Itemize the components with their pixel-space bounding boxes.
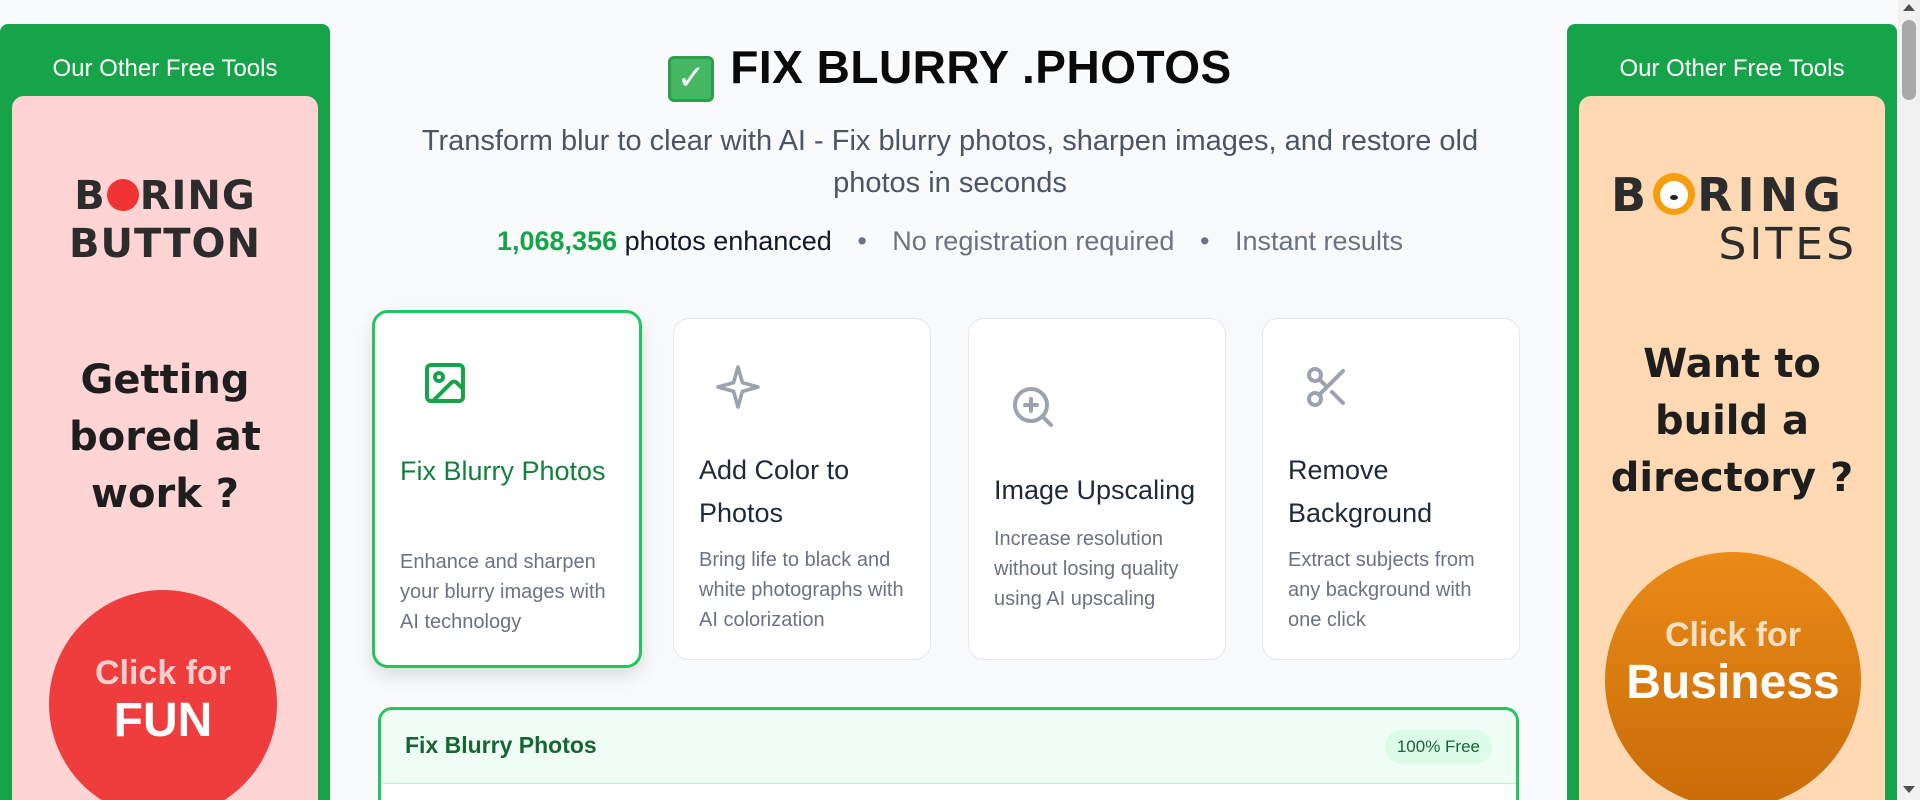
image-icon [425, 363, 465, 403]
boring-sites-ad[interactable]: B RING SITES Want to build a directory ? … [1579, 96, 1885, 800]
tool-panel-title: Fix Blurry Photos [405, 732, 597, 758]
tool-description: Extract subjects from any background wit… [1288, 549, 1475, 631]
tool-panel: Fix Blurry Photos 100% Free [378, 707, 1519, 800]
tool-name: Remove Background [1288, 455, 1433, 528]
page-subtitle: Transform blur to clear with AI - Fix bl… [421, 125, 1479, 199]
tool-card-fix-blurry[interactable]: Fix Blurry Photos Enhance and sharpen yo… [372, 310, 642, 668]
bear-face-icon [1653, 173, 1696, 215]
tool-description: Bring life to black and white photograph… [699, 549, 904, 631]
boring-button-ad[interactable]: B RING BUTTON Getting bored at work ? Cli… [12, 96, 318, 800]
instant-results-text: Instant results [1234, 226, 1404, 256]
boring-button-logo: B RING BUTTON [69, 173, 261, 267]
right-ad-header: Our Other Free Tools [1619, 55, 1845, 82]
no-registration-text: No registration required [892, 226, 1175, 256]
tool-name: Image Upscaling [994, 475, 1196, 505]
tool-card-add-color[interactable]: Add Color to Photos Bring life to black … [673, 318, 931, 660]
separator-dot: • [1199, 226, 1210, 256]
tool-description: Increase resolution without losing quali… [994, 528, 1179, 610]
tool-card-remove-background[interactable]: Remove Background Extract subjects from … [1262, 318, 1520, 660]
right-ad-question: Want to build a directory ? [1610, 341, 1854, 501]
zoom-in-icon [1013, 387, 1053, 427]
check-mark-icon: ✓ [668, 56, 715, 102]
click-for-fun-button[interactable]: Click for FUN [49, 590, 277, 800]
right-ad-sidebar: Our Other Free Tools B RING SITES Want to… [1567, 24, 1897, 800]
tool-panel-header: Fix Blurry Photos 100% Free [381, 710, 1516, 784]
page-title: ✓ FIX BLURRY .PHOTOS [360, 40, 1540, 102]
scroll-up-arrow-icon[interactable] [1903, 4, 1915, 11]
left-ad-sidebar: Our Other Free Tools B RING BUTTON Gettin… [0, 24, 330, 800]
scroll-thumb[interactable] [1902, 20, 1916, 100]
sparkle-icon [716, 365, 760, 409]
free-badge: 100% Free [1384, 730, 1492, 764]
tool-name: Fix Blurry Photos [400, 456, 606, 486]
left-ad-question: Getting bored at work ? [69, 357, 261, 517]
left-ad-header: Our Other Free Tools [52, 55, 278, 82]
separator-dot: • [857, 226, 867, 256]
tool-name: Add Color to Photos [699, 455, 850, 528]
scroll-down-arrow-icon[interactable] [1903, 786, 1915, 793]
boring-sites-logo: B RING SITES [1611, 168, 1857, 270]
red-dot-icon [106, 179, 139, 211]
enhanced-count: 1,068,356 [496, 226, 618, 256]
tool-card-upscaling[interactable]: Image Upscaling Increase resolution with… [968, 318, 1226, 660]
vertical-scrollbar[interactable] [1898, 0, 1920, 800]
click-for-business-button[interactable]: Click for Business [1605, 552, 1861, 800]
stats-line: 1,068,356 photos enhanced • No registrat… [360, 226, 1540, 257]
tool-description: Enhance and sharpen your blurry images w… [400, 551, 606, 633]
enhanced-count-label: photos enhanced [624, 226, 832, 256]
scissors-icon [1307, 367, 1345, 407]
